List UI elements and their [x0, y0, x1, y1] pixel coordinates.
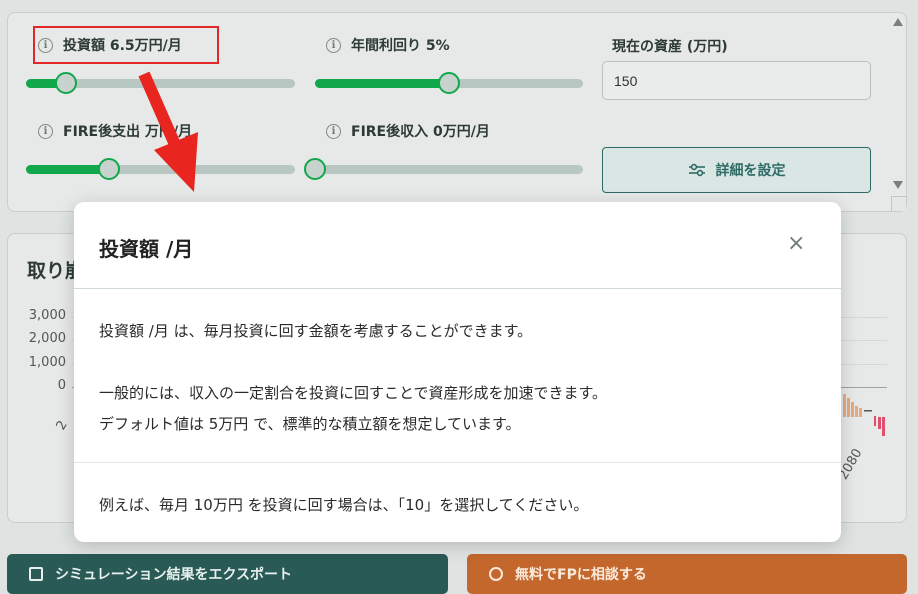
- modal-divider: [74, 288, 841, 289]
- annotation-arrow: [138, 71, 198, 192]
- chart-bar: [878, 417, 881, 429]
- info-icon[interactable]: i: [326, 123, 341, 139]
- resize-handle[interactable]: [891, 196, 906, 211]
- chart-bar: [855, 406, 858, 417]
- detail-settings-button[interactable]: 詳細を設定: [602, 147, 871, 193]
- modal-text-line: 一般的には、収入の一定割合を投資に回すことで資産形成を加速できます。: [99, 384, 608, 402]
- consult-icon: [489, 567, 503, 581]
- info-icon[interactable]: i: [326, 37, 341, 53]
- chart-bar: [859, 408, 862, 417]
- sliders-icon: [688, 163, 705, 177]
- chart-bar: [874, 416, 876, 426]
- scroll-up-arrow[interactable]: [893, 18, 903, 26]
- detail-settings-label: 詳細を設定: [715, 163, 786, 179]
- y-tick-label: 2,000: [28, 331, 66, 346]
- y-tick-label: 0: [57, 378, 66, 393]
- modal-divider: [74, 462, 841, 463]
- export-button[interactable]: シミュレーション結果をエクスポート: [7, 554, 448, 594]
- chart-bars-visible: [843, 394, 885, 436]
- export-icon: [29, 567, 43, 581]
- modal-footer-text: 例えば、毎月 10万円 を投資に回す場合は、「10」を選択してください。: [99, 496, 589, 514]
- consult-button[interactable]: 無料でFPに相談する: [467, 554, 907, 594]
- yield-slider-fill: [315, 79, 449, 88]
- y-tick-label: 1,000: [28, 355, 66, 370]
- info-icon[interactable]: i: [38, 123, 53, 139]
- modal-title: 投資額 /月: [99, 237, 194, 261]
- chart-bar: [851, 402, 854, 417]
- assets-label: 現在の資産 (万円): [612, 39, 728, 55]
- chart-bar: [847, 398, 850, 417]
- scroll-down-arrow[interactable]: [893, 181, 903, 189]
- chart-bar: [882, 417, 885, 436]
- yield-slider[interactable]: [315, 72, 583, 94]
- close-icon[interactable]: ×: [787, 233, 805, 255]
- chart-marker: [864, 410, 872, 412]
- fire-income-label: i FIRE後収入 0万円/月: [326, 121, 490, 141]
- fire-income-slider[interactable]: [304, 158, 583, 180]
- fire-income-slider-knob[interactable]: [304, 158, 326, 180]
- modal-text-line: デフォルト値は 5万円 で、標準的な積立額を想定しています。: [99, 415, 521, 433]
- info-modal: 投資額 /月 × 投資額 /月 は、毎月投資に回す金額を考慮することができます。…: [74, 202, 841, 542]
- chart-bar: [843, 394, 846, 417]
- yield-slider-knob[interactable]: [438, 72, 460, 94]
- yield-label: i 年間利回り 5%: [326, 35, 450, 55]
- modal-text-line: 投資額 /月 は、毎月投資に回す金額を考慮することができます。: [99, 322, 533, 340]
- fire-expense-slider-fill: [26, 165, 110, 174]
- highlight-box: [33, 26, 219, 64]
- y-tick-label: 3,000: [28, 308, 66, 323]
- assets-input[interactable]: [602, 61, 871, 100]
